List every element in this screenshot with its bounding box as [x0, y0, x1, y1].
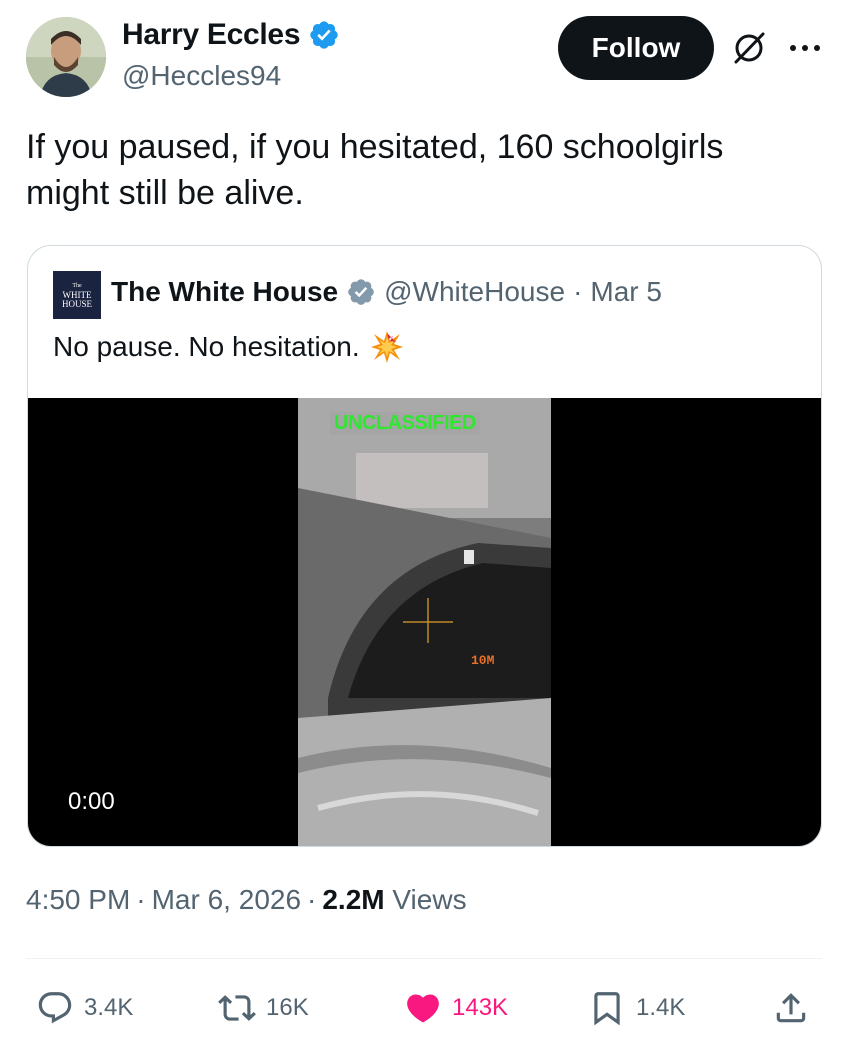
video-player[interactable]: UNCLASSIFIED 10M 0:00	[28, 398, 821, 846]
quoted-text: No pause. No hesitation.	[53, 331, 360, 362]
grok-icon[interactable]	[730, 29, 768, 67]
more-icon[interactable]	[785, 30, 825, 66]
verified-badge-icon	[310, 21, 338, 49]
share-icon	[776, 993, 806, 1023]
share-button[interactable]	[772, 980, 810, 1036]
author-handle[interactable]: @Heccles94	[122, 60, 281, 92]
repost-button[interactable]: 16K	[218, 980, 309, 1036]
action-bar: 3.4K 16K 143K 1.4K	[0, 980, 852, 1036]
reply-button[interactable]: 3.4K	[36, 980, 133, 1036]
separator-dot: ·	[136, 884, 146, 915]
author-avatar[interactable]	[26, 17, 106, 97]
heart-icon	[407, 994, 439, 1023]
video-thumbnail-image	[298, 398, 551, 846]
author-avatar-image	[26, 17, 106, 97]
video-range-label: 10M	[471, 653, 495, 668]
collision-emoji-icon	[370, 331, 403, 363]
like-count: 143K	[452, 994, 509, 1021]
divider	[26, 958, 822, 959]
quoted-name-row: The White House @WhiteHouse · Mar 5	[111, 276, 662, 308]
reply-icon	[38, 992, 72, 1024]
quoted-date[interactable]: Mar 5	[590, 276, 662, 308]
quoted-author-name[interactable]: The White House	[111, 276, 338, 308]
bookmark-count: 1.4K	[636, 994, 686, 1021]
repost-icon	[218, 995, 256, 1021]
tweet-date[interactable]: Mar 6, 2026	[152, 884, 301, 916]
follow-button[interactable]: Follow	[558, 16, 714, 80]
author-name-row: Harry Eccles	[122, 18, 340, 52]
quoted-author-avatar[interactable]: The WHITE HOUSE	[53, 271, 101, 319]
video-overlay-label: UNCLASSIFIED	[330, 412, 480, 435]
like-button[interactable]: 143K	[404, 980, 508, 1036]
tweet-time[interactable]: 4:50 PM	[26, 884, 130, 916]
author-name[interactable]: Harry Eccles	[122, 18, 301, 52]
gov-verified-badge-icon	[348, 279, 374, 305]
bookmark-icon	[594, 992, 620, 1026]
tweet-meta: 4:50 PM · Mar 6, 2026 · 2.2M Views	[26, 884, 467, 916]
tweet-text: If you paused, if you hesitated, 160 sch…	[26, 128, 724, 212]
reply-count: 3.4K	[84, 994, 134, 1021]
video-timestamp: 0:00	[68, 788, 115, 815]
separator-dot: ·	[573, 276, 583, 307]
views-count: 2.2M	[322, 884, 385, 915]
views-label: Views	[392, 884, 467, 915]
quoted-author-handle[interactable]: @WhiteHouse	[384, 276, 565, 308]
video-frame: UNCLASSIFIED 10M	[298, 398, 551, 846]
repost-count: 16K	[266, 994, 309, 1021]
avatar-logo-text: HOUSE	[61, 298, 92, 309]
quoted-text-row: No pause. No hesitation.	[53, 330, 404, 364]
quoted-tweet-card[interactable]: The WHITE HOUSE The White House @WhiteHo…	[27, 245, 822, 847]
separator-dot: ·	[307, 884, 317, 915]
bookmark-button[interactable]: 1.4K	[588, 980, 685, 1036]
tweet: Harry Eccles @Heccles94 Follow If you pa…	[0, 0, 852, 1046]
